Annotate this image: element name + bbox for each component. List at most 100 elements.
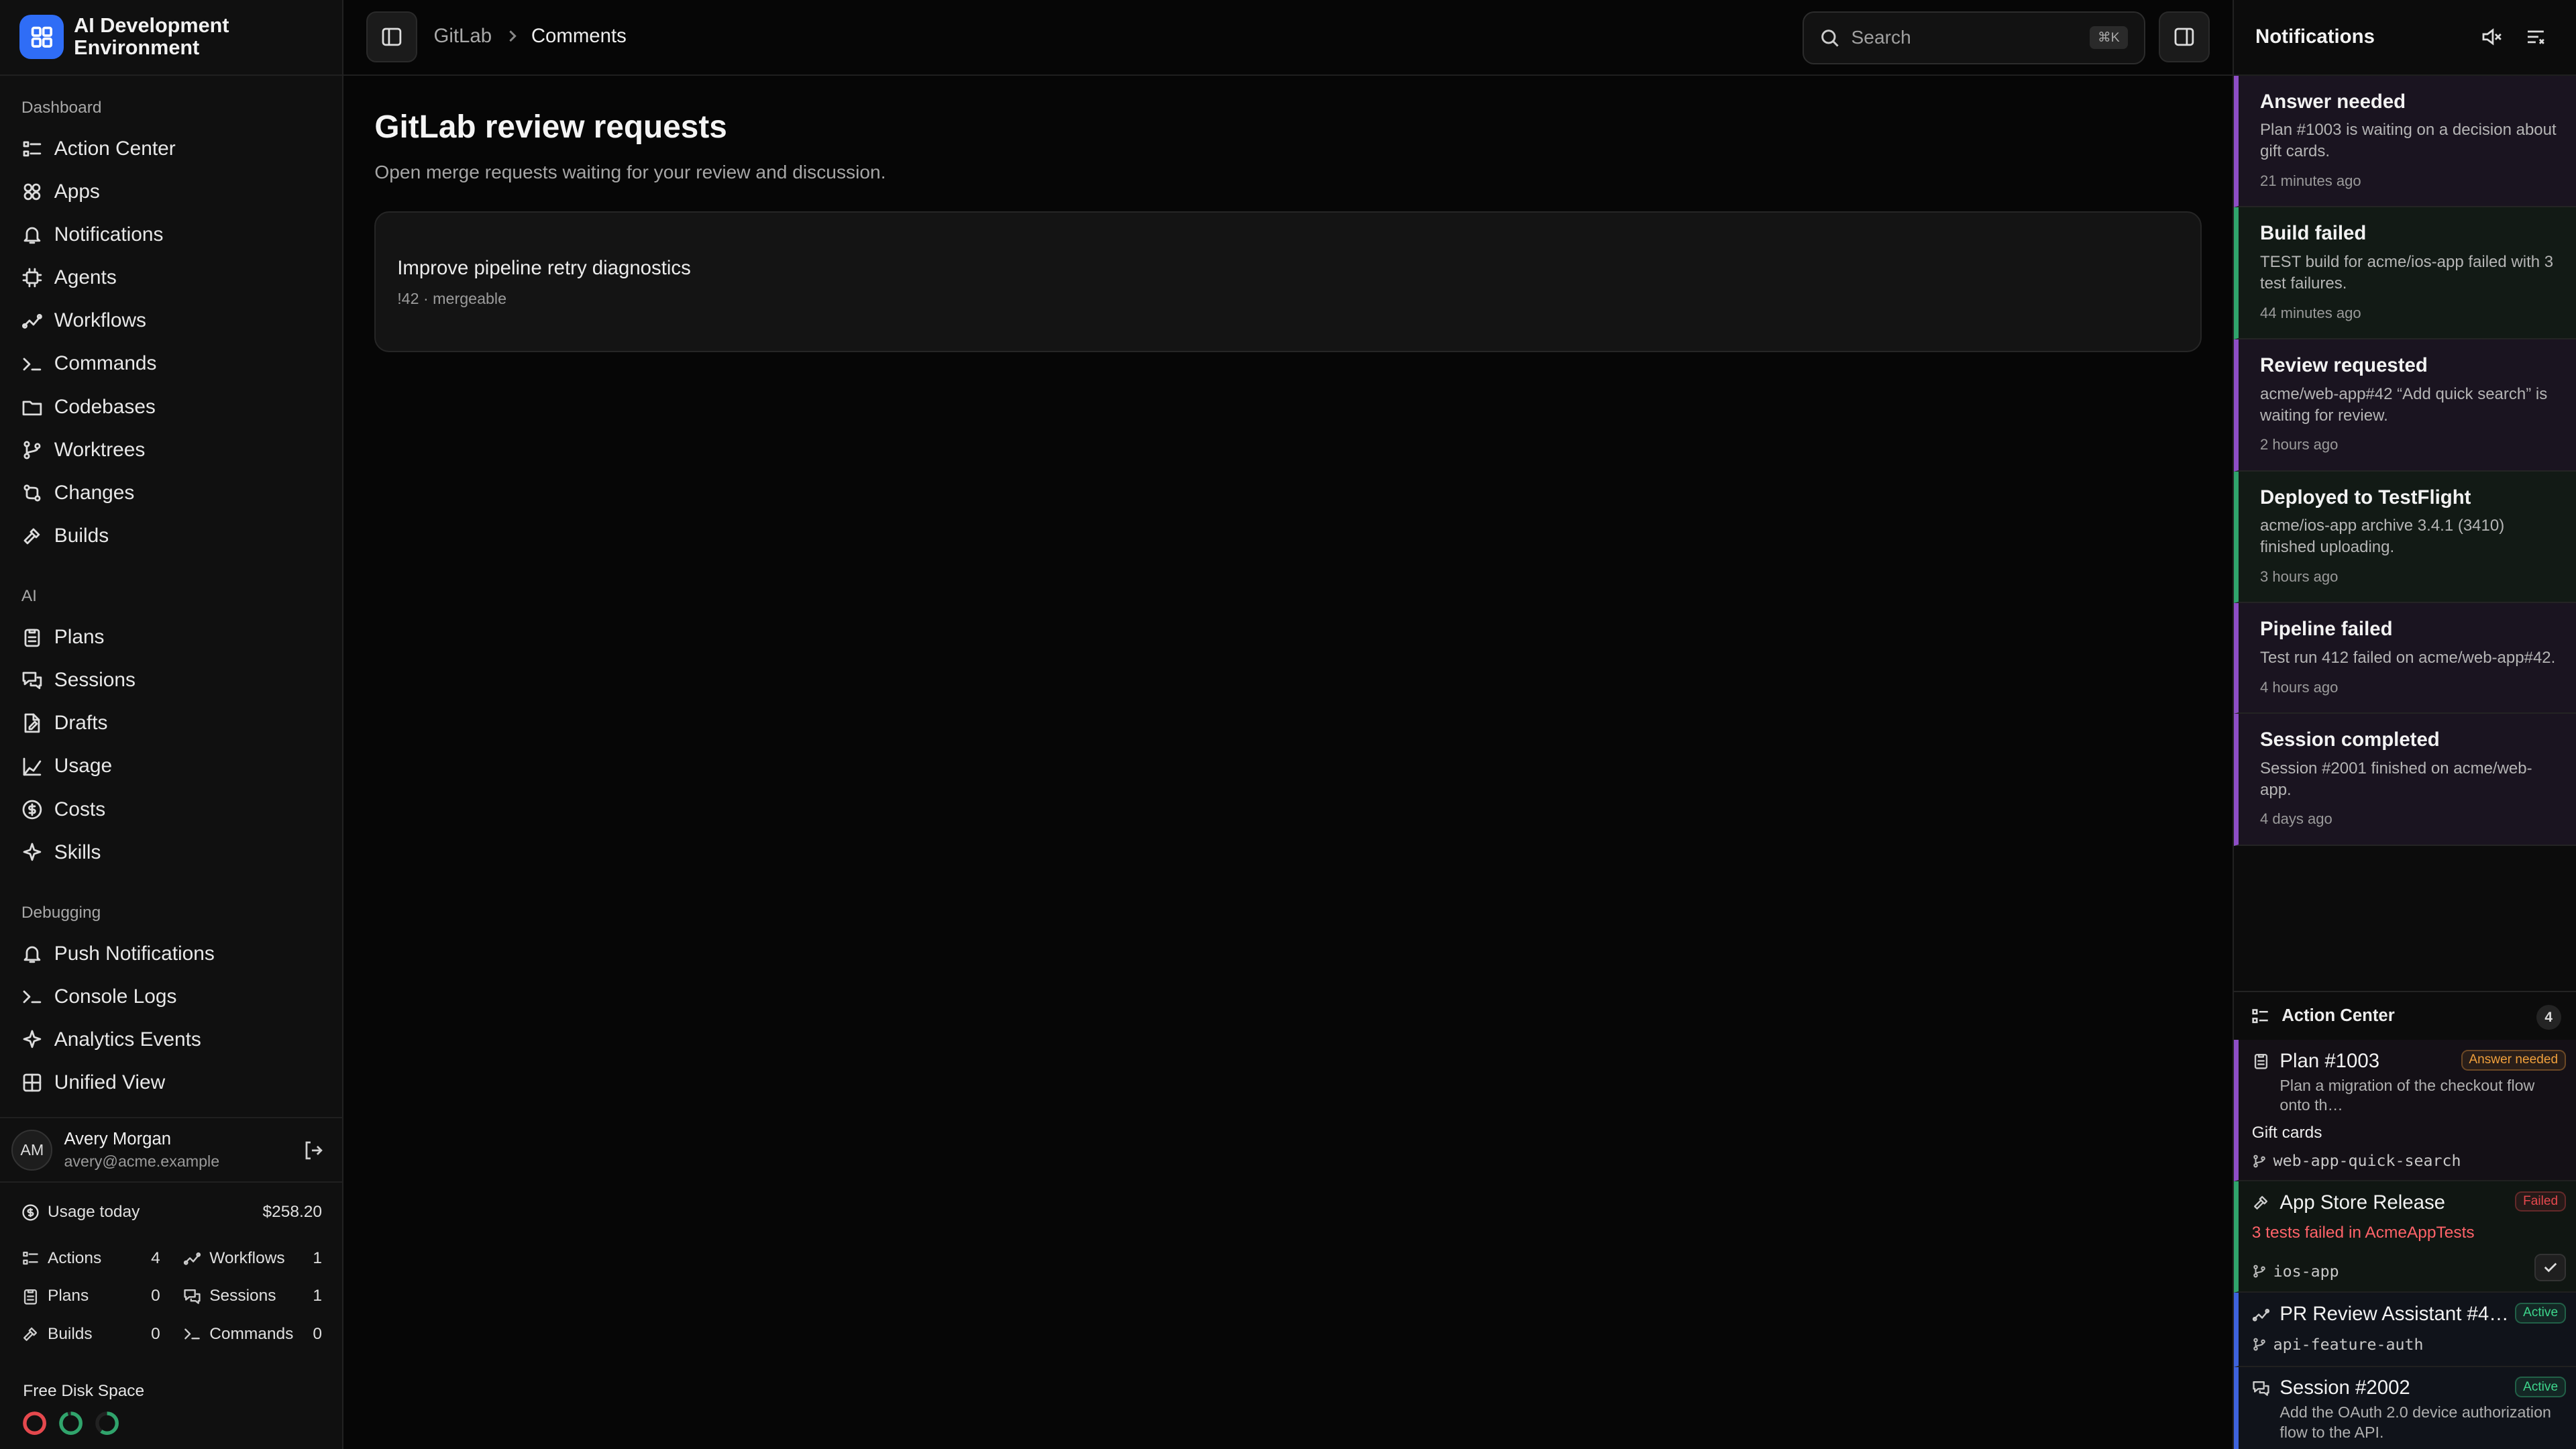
sidebar-item-label: Notifications (54, 223, 164, 246)
toggle-panel-button[interactable] (2158, 11, 2210, 63)
usage-stat-workflows: Workflows 1 (183, 1242, 322, 1275)
sidebar-item-action-center[interactable]: Action Center (0, 127, 342, 170)
usage-stat-sessions: Sessions 1 (183, 1280, 322, 1313)
usage-value: $258.20 (262, 1203, 322, 1222)
action-item-workflow[interactable]: PR Review Assistant #4… Active api-feature… (2234, 1293, 2576, 1367)
stat-value: 0 (151, 1287, 160, 1305)
stat-value: 0 (151, 1324, 160, 1343)
dollar-icon (22, 1204, 39, 1221)
sidebar-item-worktrees[interactable]: Worktrees (0, 429, 342, 472)
usage-stat-commands: Commands 0 (183, 1318, 322, 1350)
sidebar-nav: Dashboard Action Center Apps Notifications A… (0, 99, 342, 1104)
action-item-title: Plan #1003 (2279, 1049, 2380, 1072)
main-content: GitLab review requests Open merge reques… (374, 109, 2202, 353)
notification-title: Session completed (2260, 729, 2440, 751)
stat-label: Actions (48, 1248, 102, 1267)
search-shortcut: ⌘K (2089, 25, 2128, 49)
usage-stat-plans: Plans 0 (21, 1280, 160, 1313)
stat-label: Commands (209, 1324, 294, 1343)
hammer-icon (23, 1327, 37, 1341)
branch-name: api-feature-auth (2273, 1335, 2424, 1354)
app-logo-icon (19, 15, 64, 60)
terminal-icon (23, 990, 42, 1004)
dollar-icon (22, 800, 42, 819)
action-center-count: 4 (2536, 1005, 2561, 1030)
branch-icon (23, 441, 41, 460)
sidebar-item-label: Push Notifications (54, 942, 215, 965)
page-title: GitLab review requests (374, 109, 727, 145)
chat-icon (2253, 1381, 2269, 1396)
notification-item[interactable]: Pipeline failed Test run 412 failed on a… (2234, 603, 2576, 714)
breadcrumb-comments: Comments (531, 24, 627, 47)
nav-section-title: AI (21, 587, 37, 606)
notification-desc: TEST build for acme/ios-app failed with … (2260, 253, 2554, 292)
stat-label: Sessions (209, 1287, 276, 1305)
notification-desc: Plan #1003 is waiting on a decision abou… (2260, 121, 2557, 161)
branch-icon (2253, 1155, 2265, 1168)
chat-icon (22, 672, 42, 690)
sidebar-item-skills[interactable]: Skills (0, 831, 342, 874)
notification-item[interactable]: Review requested acme/web-app#42 “Add qu… (2234, 339, 2576, 472)
notification-title: Answer needed (2260, 90, 2406, 113)
approve-button[interactable] (2534, 1253, 2566, 1282)
sidebar-item-builds[interactable]: Builds (0, 515, 342, 557)
branch-name: web-app-quick-search (2273, 1152, 2461, 1171)
status-badge: Active (2515, 1377, 2566, 1398)
terminal-icon (23, 358, 42, 370)
action-item-branch: web-app-quick-search (2252, 1152, 2565, 1170)
sidebar-item-label: Plans (54, 626, 105, 649)
notification-desc: acme/ios-app archive 3.4.1 (3410) finish… (2260, 517, 2505, 557)
sidebar-item-agents[interactable]: Agents (0, 256, 342, 299)
sidebar-item-unified-view[interactable]: Unified View (0, 1061, 342, 1104)
branch-icon (2253, 1338, 2265, 1351)
brand[interactable]: AI Development Environment (0, 0, 342, 76)
action-item-title: App Store Release (2279, 1191, 2445, 1214)
action-center-title: Action Center (2282, 1006, 2395, 1025)
stat-label: Workflows (209, 1248, 285, 1267)
action-item-title: PR Review Assistant #4… (2279, 1303, 2509, 1326)
sidebar-item-commands[interactable]: Commands (0, 342, 342, 385)
disk-title: Free Disk Space (23, 1381, 145, 1400)
sidebar-toggle-icon (382, 28, 402, 46)
action-item-build[interactable]: App Store Release Failed 3 tests failed in… (2234, 1181, 2576, 1293)
sidebar-item-usage[interactable]: Usage (0, 745, 342, 788)
clear-all-icon[interactable] (2525, 26, 2546, 48)
user-profile[interactable]: AM Avery Morgan avery@acme.example (0, 1117, 343, 1183)
user-email: avery@acme.example (64, 1152, 220, 1170)
sidebar-item-push-notifications[interactable]: Push Notifications (0, 932, 342, 975)
sidebar-item-workflows[interactable]: Workflows (0, 299, 342, 342)
sidebar-item-changes[interactable]: Changes (0, 472, 342, 515)
sidebar-item-apps[interactable]: Apps (0, 170, 342, 213)
breadcrumb-gitlab[interactable]: GitLab (434, 25, 492, 48)
mute-icon[interactable] (2481, 26, 2502, 48)
sidebar-item-label: Sessions (54, 669, 136, 692)
action-item-plan[interactable]: Plan #1003 Answer needed Plan a migration … (2234, 1040, 2576, 1181)
sidebar-item-costs[interactable]: Costs (0, 788, 342, 831)
action-item-desc: Plan a migration of the checkout flow on… (2279, 1076, 2535, 1114)
action-item-session[interactable]: Session #2002 Active Add the OAuth 2.0 dev… (2234, 1366, 2576, 1449)
sidebar-item-sessions[interactable]: Sessions (0, 659, 342, 702)
app-window: AI Development Environment Dashboard Acti… (0, 0, 2576, 1449)
logout-icon[interactable] (303, 1140, 324, 1161)
notification-item[interactable]: Session completed Session #2001 finished… (2234, 714, 2576, 846)
sidebar-item-analytics-events[interactable]: Analytics Events (0, 1018, 342, 1061)
action-center-header[interactable]: Action Center 4 (2234, 990, 2576, 1040)
notification-item[interactable]: Answer needed Plan #1003 is waiting on a… (2234, 75, 2576, 208)
sidebar-item-console-logs[interactable]: Console Logs (0, 975, 342, 1018)
panel-toggle-icon (2174, 28, 2194, 46)
diff-icon (23, 484, 41, 502)
toggle-sidebar-button[interactable] (366, 11, 418, 63)
sidebar-item-label: Console Logs (54, 985, 177, 1008)
merge-request-title: Improve pipeline retry diagnostics (397, 256, 691, 279)
notification-item[interactable]: Deployed to TestFlight acme/ios-app arch… (2234, 471, 2576, 604)
sidebar-item-plans[interactable]: Plans (0, 616, 342, 659)
search-input[interactable]: Search ⌘K (1802, 11, 2146, 64)
sidebar-item-codebases[interactable]: Codebases (0, 386, 342, 429)
notification-time: 44 minutes ago (2260, 304, 2361, 321)
sidebar-item-notifications[interactable]: Notifications (0, 213, 342, 256)
action-item-title: Session #2002 (2279, 1377, 2410, 1399)
notification-desc: Test run 412 failed on acme/web-app#42. (2260, 649, 2556, 667)
merge-request-card[interactable]: Improve pipeline retry diagnostics !42 ·… (374, 211, 2202, 353)
notification-item[interactable]: Build failed TEST build for acme/ios-app… (2234, 207, 2576, 339)
sidebar-item-drafts[interactable]: Drafts (0, 702, 342, 745)
